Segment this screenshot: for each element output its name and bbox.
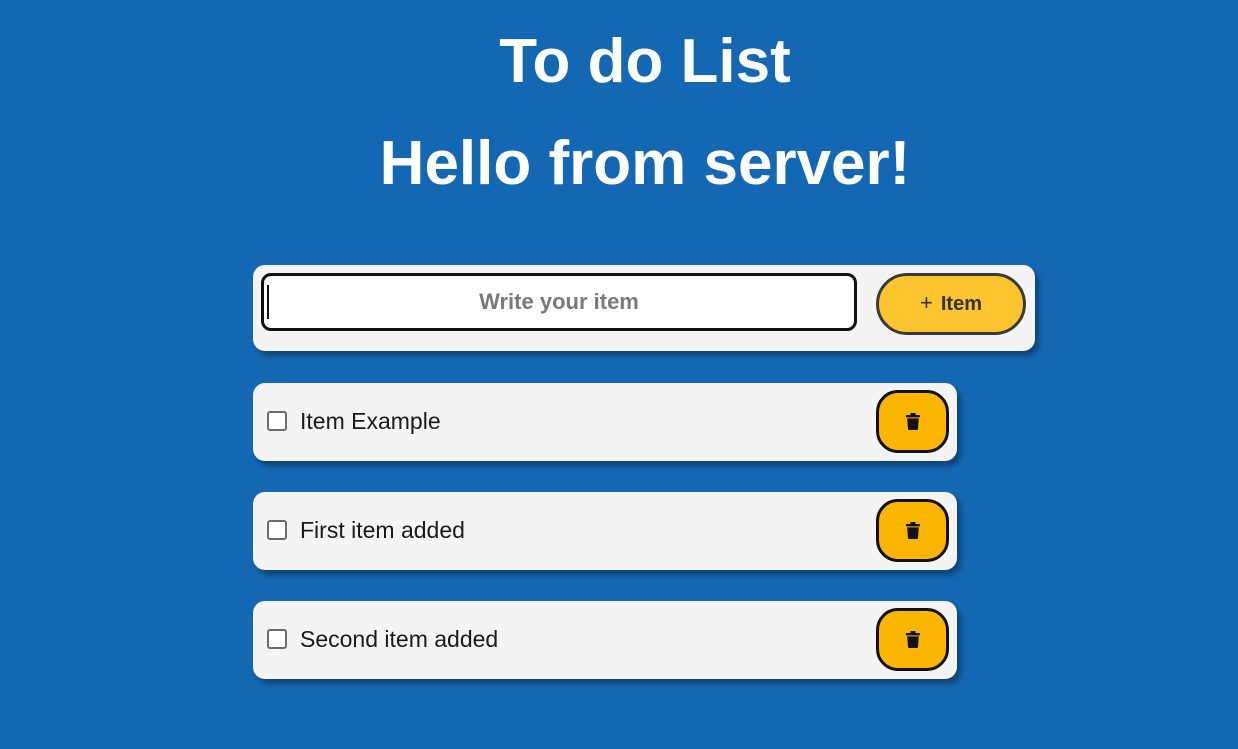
plus-icon: + [920,289,933,315]
item-label: Item Example [300,408,441,434]
item-label: First item added [300,517,465,543]
add-item-button[interactable]: + Item [876,273,1026,335]
item-label: Second item added [300,626,499,652]
trash-icon [905,522,920,539]
trash-icon [905,631,920,648]
add-item-form: + Item [253,265,1035,351]
trash-icon [905,413,920,430]
todo-item: First item added [253,492,957,570]
server-message: Hello from server! [379,129,911,198]
item-checkbox[interactable] [267,629,287,649]
todo-item: Item Example [253,383,957,461]
text-caret [267,285,269,319]
item-input[interactable] [261,273,857,331]
add-item-button-label: Item [940,292,982,315]
delete-item-button[interactable] [876,608,949,671]
delete-item-button[interactable] [876,390,949,453]
item-checkbox[interactable] [267,411,287,431]
item-checkbox[interactable] [267,520,287,540]
todo-item: Second item added [253,601,957,679]
page-title: To do List [499,27,791,96]
delete-item-button[interactable] [876,499,949,562]
